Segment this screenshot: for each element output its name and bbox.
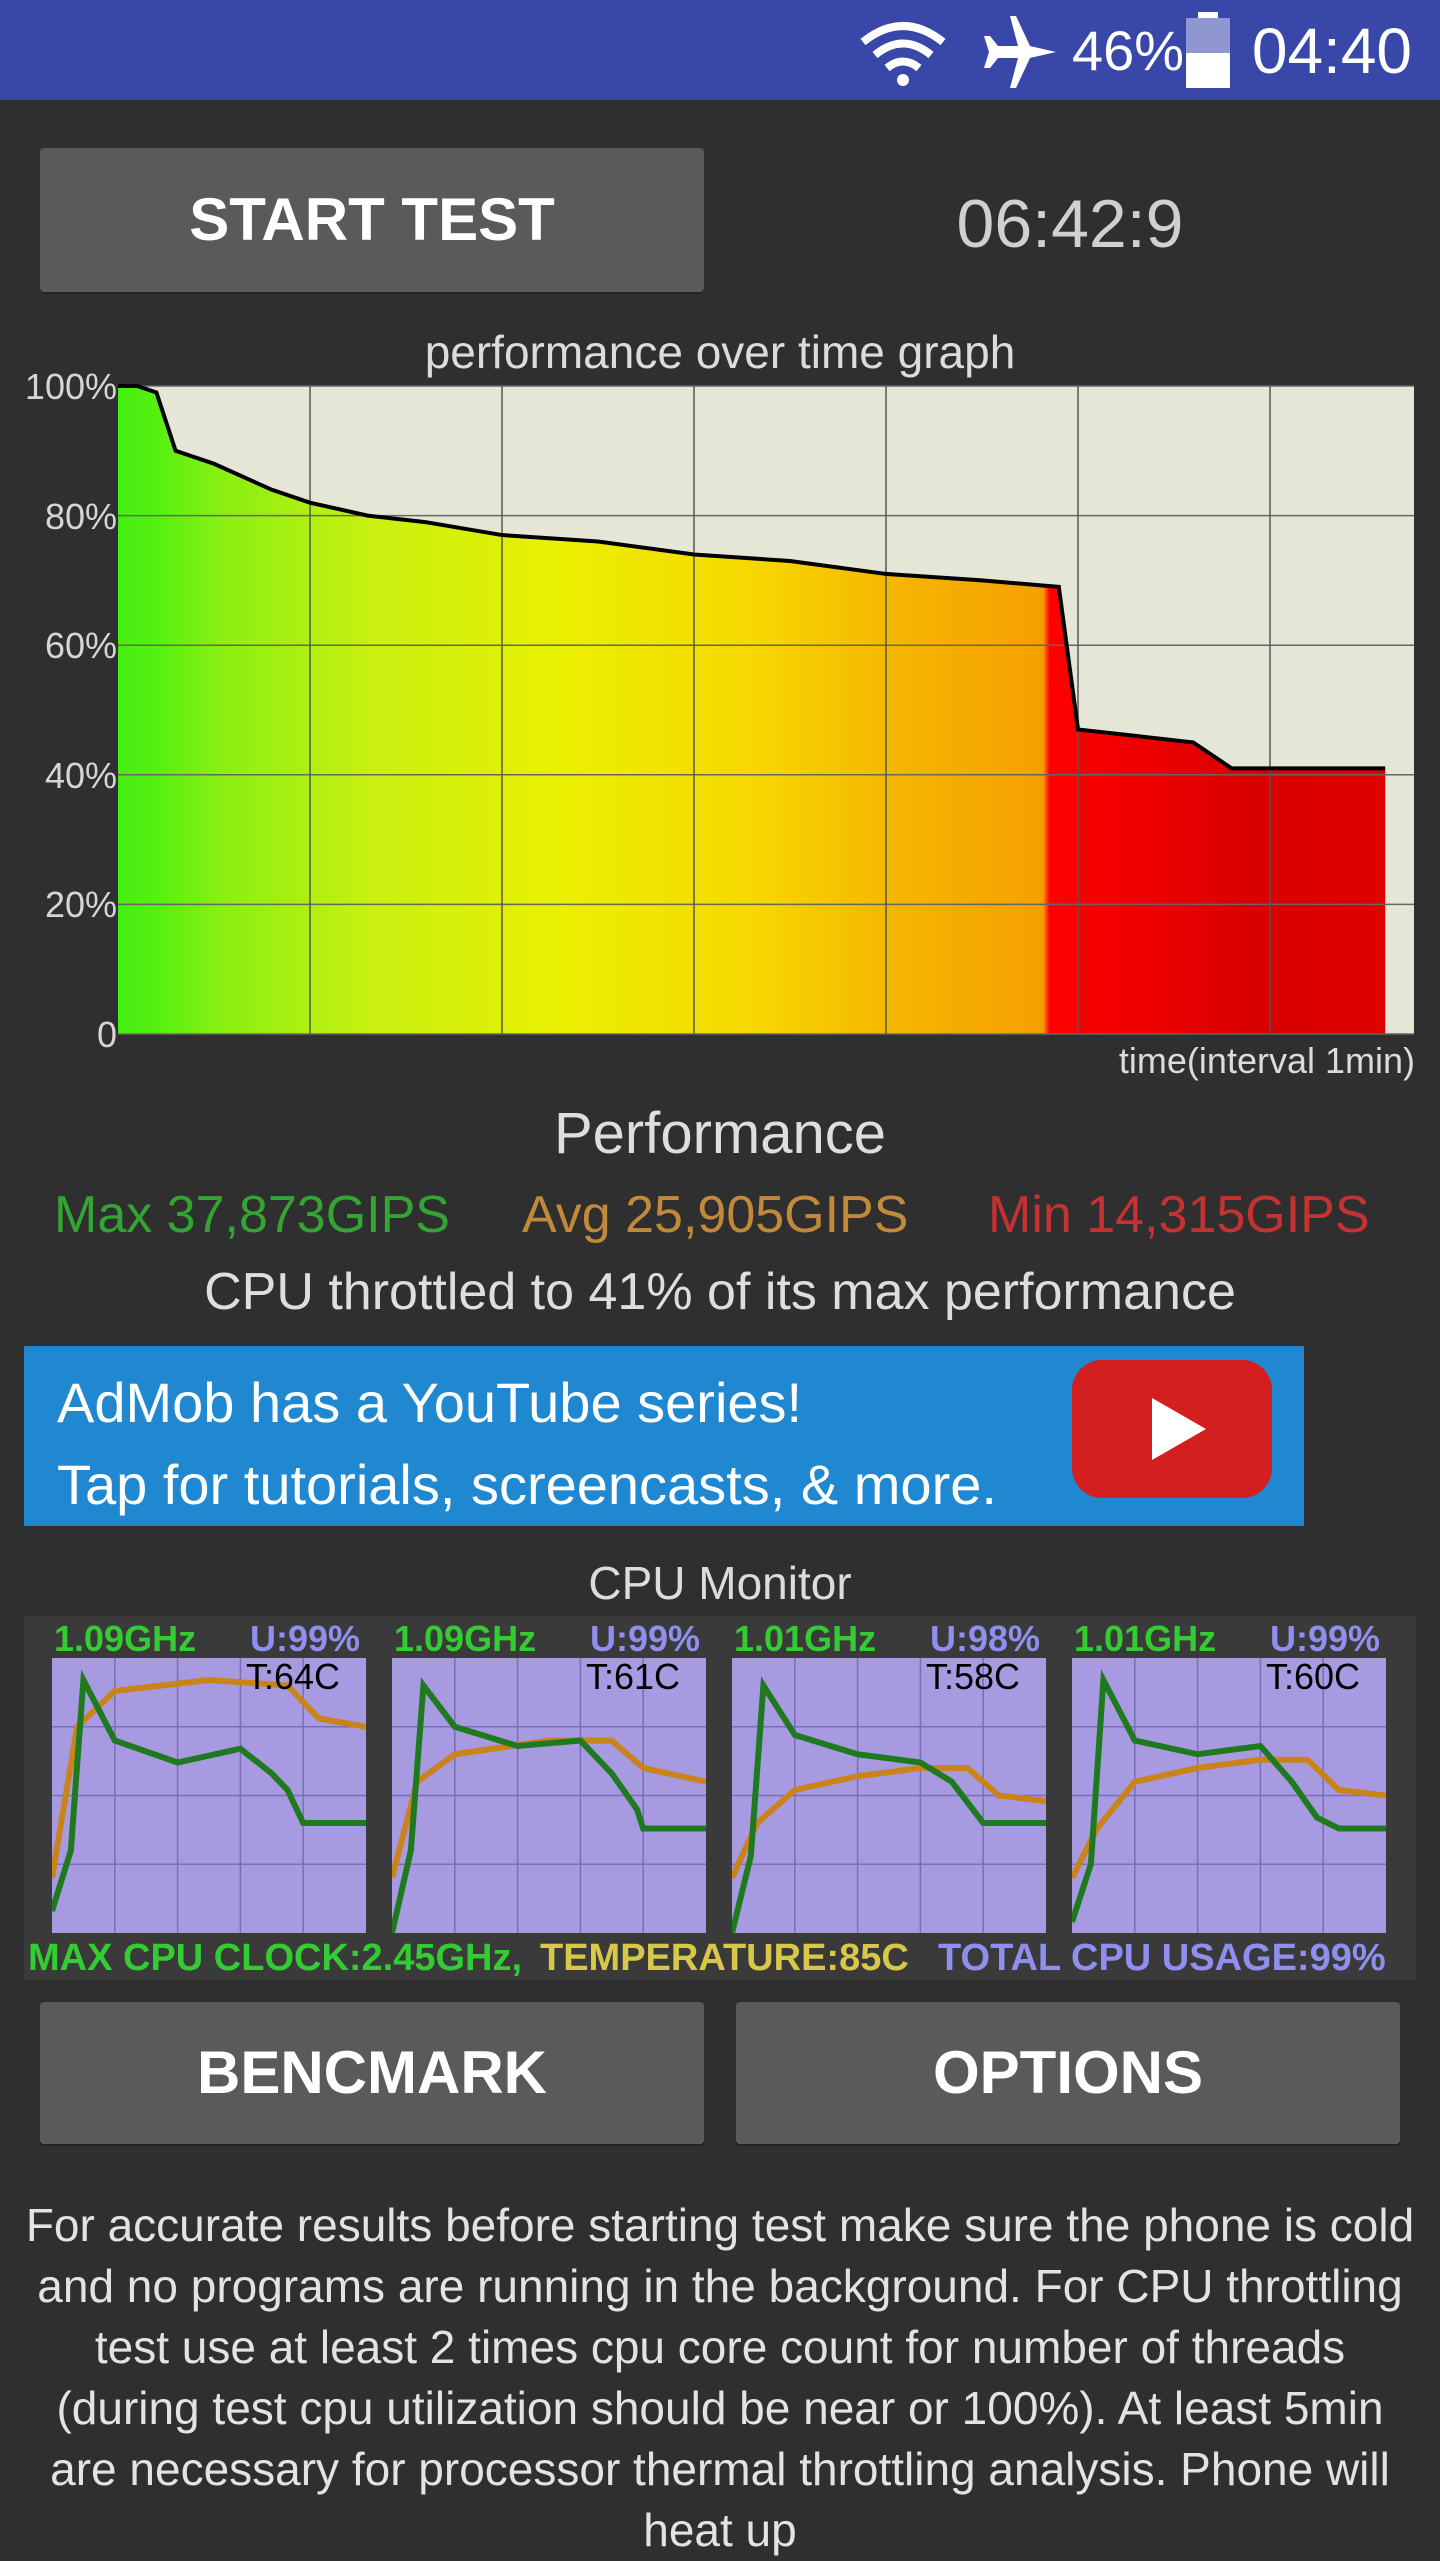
core-graph [392,1658,706,1933]
wifi-icon [860,22,946,86]
ad-line-2: Tap for tutorials, screencasts, & more. [57,1453,997,1516]
start-test-button[interactable]: START TEST [40,148,704,292]
airplane-icon [984,16,1056,88]
clock: 04:40 [1251,15,1412,87]
min-performance: Min 14,315GIPS [988,1186,1370,1244]
core-frequency: 1.01GHz [734,1618,877,1659]
cpu-temperature: TEMPERATURE:85C [540,1937,909,1979]
options-label: OPTIONS [932,2039,1204,2106]
core-temperature: T:61C [586,1656,681,1697]
total-cpu-usage: TOTAL CPU USAGE:99% [938,1937,1386,1979]
core-usage: U:99% [590,1618,701,1659]
max-performance: Max 37,873GIPS [54,1186,450,1244]
performance-graph [118,384,1414,1035]
benchmark-button[interactable]: BENCMARK [40,2002,704,2144]
core-temperature: T:60C [1266,1656,1361,1697]
youtube-play-icon [1072,1360,1272,1498]
battery-percent: 46% [1072,19,1185,82]
core-graph [1072,1658,1386,1933]
status-bar: 46% 04:40 [0,0,1440,100]
options-button[interactable]: OPTIONS [736,2002,1400,2144]
start-test-label: START TEST [189,186,555,253]
test-timer: 06:42:9 [956,186,1184,262]
ad-banner[interactable]: AdMob has a YouTube series! Tap for tuto… [24,1346,1304,1526]
avg-performance: Avg 25,905GIPS [522,1186,909,1244]
core-usage: U:99% [250,1618,361,1659]
core-temperature: T:64C [246,1656,341,1697]
core-frequency: 1.09GHz [394,1618,537,1659]
cpu-monitor-title: CPU Monitor [588,1557,852,1609]
core-frequency: 1.09GHz [54,1618,197,1659]
core-graph [52,1658,366,1933]
core-temperature: T:58C [926,1656,1021,1697]
battery-icon [1186,12,1230,88]
throttle-summary: CPU throttled to 41% of its max performa… [204,1263,1236,1321]
performance-title: Performance [553,1101,887,1166]
benchmark-label: BENCMARK [197,2039,547,2106]
x-axis-caption: time(interval 1min) [1118,1040,1415,1081]
core-frequency: 1.01GHz [1074,1618,1217,1659]
ad-line-1: AdMob has a YouTube series! [57,1371,803,1434]
info-text: For accurate results before starting tes… [25,2199,1415,2556]
max-cpu-clock: MAX CPU CLOCK:2.45GHz, [28,1937,523,1979]
core-usage: U:98% [930,1618,1041,1659]
core-graph [732,1658,1046,1933]
core-usage: U:99% [1270,1618,1381,1659]
